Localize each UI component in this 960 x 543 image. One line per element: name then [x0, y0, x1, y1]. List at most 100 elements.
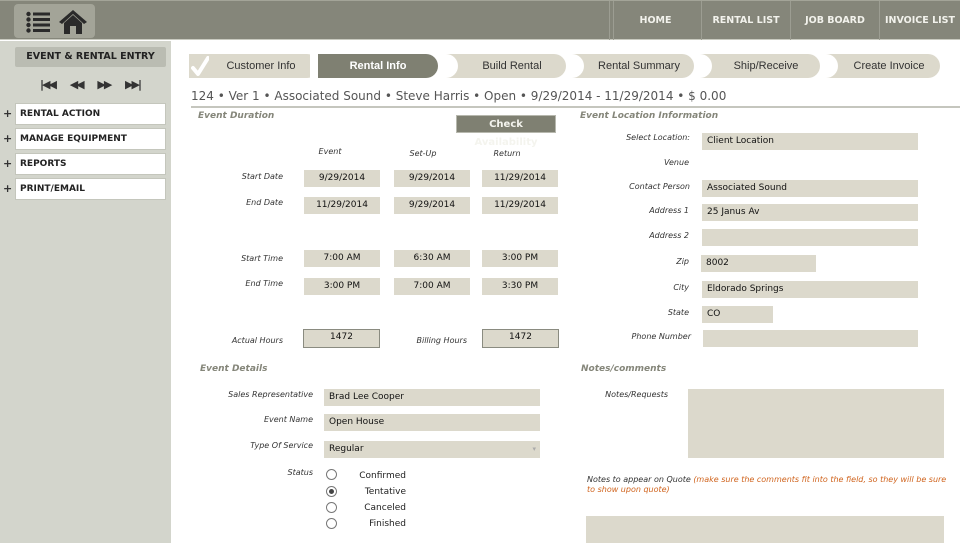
- expand-icon[interactable]: +: [3, 157, 12, 170]
- check-availability-button[interactable]: Check Availability: [456, 115, 556, 148]
- phone-label: Phone Number: [631, 332, 691, 341]
- quote-notes-title: Notes to appear on Quote: [587, 475, 691, 484]
- status-canceled-label: Canceled: [364, 503, 406, 513]
- status-finished-radio[interactable]: [326, 518, 337, 529]
- sidebar-item-rental-action[interactable]: + RENTAL ACTION: [0, 103, 171, 125]
- check-icon: [191, 56, 209, 76]
- state-label: State: [667, 308, 689, 317]
- setup-start-date[interactable]: 9/29/2014: [394, 170, 470, 187]
- top-bar: HOME RENTAL LIST JOB BOARD INVOICE LIST: [0, 0, 960, 40]
- event-location-title: Event Location Information: [580, 111, 719, 121]
- sidebar-item-label[interactable]: REPORTS: [15, 153, 166, 175]
- quote-notes-textarea[interactable]: [586, 516, 944, 543]
- step-label: Customer Info: [226, 60, 296, 72]
- next-record-icon[interactable]: ▶▶: [97, 78, 112, 91]
- event-name-field[interactable]: Open House: [324, 414, 540, 431]
- zip-field[interactable]: 8002: [701, 255, 816, 272]
- address2-label: Address 2: [649, 231, 689, 240]
- list-icon[interactable]: [26, 11, 50, 33]
- nav-job-board[interactable]: JOB BOARD: [790, 1, 879, 40]
- quote-notes-label: Notes to appear on Quote (make sure the …: [587, 475, 952, 495]
- contact-person-label: Contact Person: [629, 182, 690, 191]
- header-divider: [191, 106, 960, 108]
- home-icon[interactable]: [59, 9, 87, 34]
- sales-rep-field[interactable]: Brad Lee Cooper: [324, 389, 540, 406]
- step-ship-receive[interactable]: Ship/Receive: [698, 54, 820, 78]
- setup-end-date[interactable]: 9/29/2014: [394, 197, 470, 214]
- status-canceled-radio[interactable]: [326, 502, 337, 513]
- expand-icon[interactable]: +: [3, 107, 12, 120]
- step-rental-info[interactable]: Rental Info: [318, 54, 438, 78]
- setup-end-time[interactable]: 7:00 AM: [394, 278, 470, 295]
- address1-label: Address 1: [649, 206, 689, 215]
- service-type-label: Type Of Service: [250, 441, 313, 450]
- venue-field[interactable]: [702, 156, 918, 173]
- event-duration-title: Event Duration: [198, 111, 275, 121]
- top-icon-group: [14, 4, 95, 38]
- sidebar-item-label[interactable]: RENTAL ACTION: [15, 103, 166, 125]
- notes-title: Notes/comments: [581, 364, 667, 374]
- contact-person-field[interactable]: Associated Sound: [702, 180, 918, 197]
- sidebar-item-manage-equipment[interactable]: + MANAGE EQUIPMENT: [0, 128, 171, 150]
- venue-label: Venue: [664, 158, 689, 167]
- billing-hours-field[interactable]: 1472: [482, 329, 559, 348]
- status-tentative-label: Tentative: [364, 487, 406, 497]
- top-nav: HOME RENTAL LIST JOB BOARD INVOICE LIST: [609, 1, 960, 40]
- return-end-time[interactable]: 3:30 PM: [482, 278, 558, 295]
- expand-icon[interactable]: +: [3, 182, 12, 195]
- return-start-date[interactable]: 11/29/2014: [482, 170, 558, 187]
- nav-rental-list[interactable]: RENTAL LIST: [701, 1, 790, 40]
- step-create-invoice[interactable]: Create Invoice: [824, 54, 940, 78]
- step-customer-info[interactable]: Customer Info: [189, 54, 319, 78]
- status-confirmed-radio[interactable]: [326, 469, 337, 480]
- phone-field[interactable]: [703, 330, 918, 347]
- column-event: Event: [318, 147, 342, 156]
- record-navigation: |◀◀ ◀◀ ▶▶ ▶▶|: [40, 78, 142, 91]
- sidebar-item-print-email[interactable]: + PRINT/EMAIL: [0, 178, 171, 200]
- city-label: City: [673, 283, 689, 292]
- nav-home[interactable]: HOME: [609, 1, 701, 40]
- zip-label: Zip: [676, 257, 689, 266]
- expand-icon[interactable]: +: [3, 132, 12, 145]
- last-record-icon[interactable]: ▶▶|: [125, 78, 142, 91]
- city-field[interactable]: Eldorado Springs: [702, 281, 918, 298]
- sidebar-item-reports[interactable]: + REPORTS: [0, 153, 171, 175]
- step-rental-summary[interactable]: Rental Summary: [570, 54, 694, 78]
- address2-field[interactable]: [702, 229, 918, 246]
- first-record-icon[interactable]: |◀◀: [40, 78, 57, 91]
- sidebar-item-label[interactable]: PRINT/EMAIL: [15, 178, 166, 200]
- rental-summary-line: 124 • Ver 1 • Associated Sound • Steve H…: [191, 89, 727, 103]
- status-confirmed-label: Confirmed: [359, 471, 406, 481]
- start-date-label: Start Date: [241, 172, 283, 181]
- dropdown-arrow-icon: ▾: [532, 445, 536, 453]
- state-field[interactable]: CO: [702, 306, 773, 323]
- column-return: Return: [493, 149, 521, 158]
- step-build-rental[interactable]: Build Rental: [444, 54, 566, 78]
- service-type-value: Regular: [329, 444, 364, 454]
- notes-requests-textarea[interactable]: [688, 389, 944, 458]
- sidebar-title: EVENT & RENTAL ENTRY: [15, 47, 166, 67]
- event-start-time[interactable]: 7:00 AM: [304, 250, 380, 267]
- status-finished-label: Finished: [369, 519, 406, 529]
- return-end-date[interactable]: 11/29/2014: [482, 197, 558, 214]
- event-start-date[interactable]: 9/29/2014: [304, 170, 380, 187]
- nav-invoice-list[interactable]: INVOICE LIST: [879, 1, 960, 40]
- sidebar-item-label[interactable]: MANAGE EQUIPMENT: [15, 128, 166, 150]
- setup-start-time[interactable]: 6:30 AM: [394, 250, 470, 267]
- prev-record-icon[interactable]: ◀◀: [70, 78, 85, 91]
- status-label: Status: [287, 468, 314, 477]
- sales-rep-label: Sales Representative: [228, 390, 313, 399]
- select-location-field[interactable]: Client Location: [702, 133, 918, 150]
- service-type-select[interactable]: Regular ▾: [324, 441, 540, 458]
- return-start-time[interactable]: 3:00 PM: [482, 250, 558, 267]
- status-tentative-radio[interactable]: [326, 486, 337, 497]
- column-setup: Set-Up: [409, 149, 437, 158]
- event-end-time[interactable]: 3:00 PM: [304, 278, 380, 295]
- billing-hours-label: Billing Hours: [416, 336, 467, 345]
- address1-field[interactable]: 25 Janus Av: [702, 204, 918, 221]
- event-end-date[interactable]: 11/29/2014: [304, 197, 380, 214]
- event-details-title: Event Details: [200, 364, 268, 374]
- start-time-label: Start Time: [241, 254, 283, 263]
- actual-hours-field[interactable]: 1472: [303, 329, 380, 348]
- select-location-label: Select Location:: [626, 133, 690, 142]
